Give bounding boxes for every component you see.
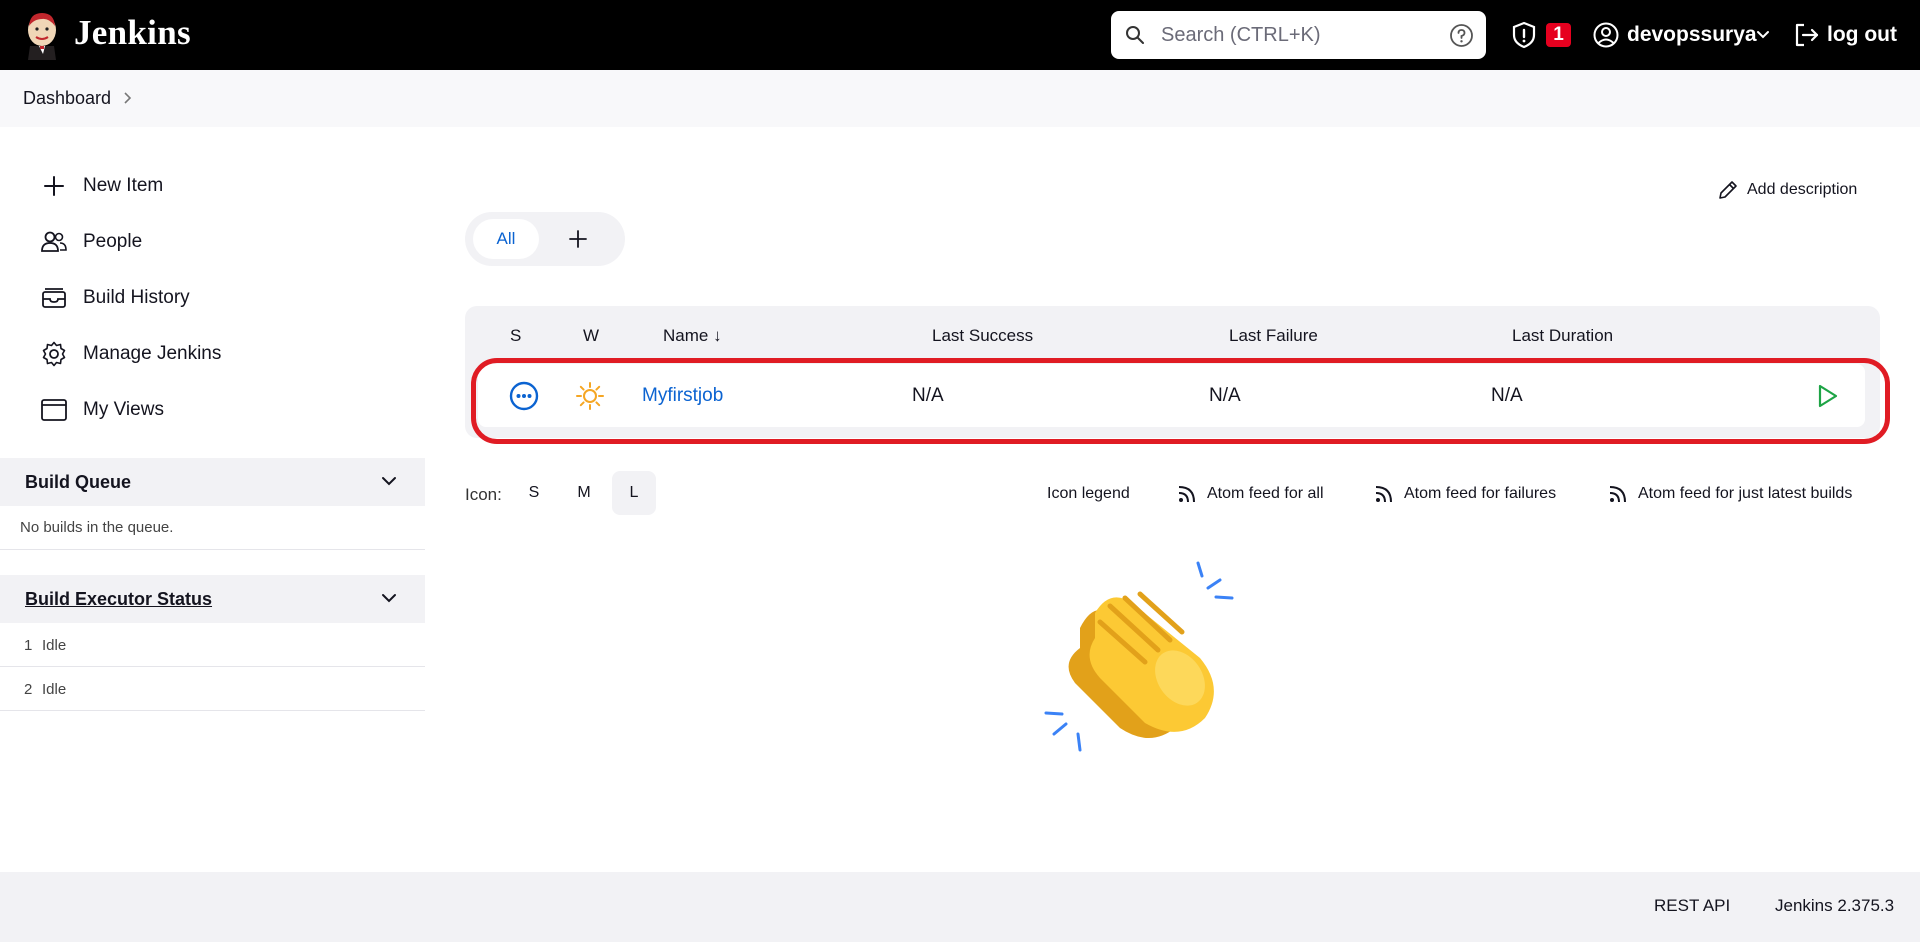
- task-label: My Views: [83, 399, 164, 420]
- window-icon: [41, 399, 67, 421]
- search-box[interactable]: [1111, 11, 1486, 59]
- user-icon[interactable]: [1593, 22, 1619, 48]
- build-queue-empty-text: No builds in the queue.: [20, 519, 174, 536]
- add-description-link[interactable]: Add description: [1747, 181, 1857, 199]
- logout-link[interactable]: log out: [1827, 23, 1897, 47]
- column-header-status[interactable]: S: [510, 326, 521, 346]
- rss-icon[interactable]: [1608, 484, 1628, 504]
- chevron-down-icon[interactable]: [380, 474, 398, 488]
- pencil-icon[interactable]: [1717, 179, 1739, 201]
- icon-size-s-button[interactable]: S: [512, 471, 556, 515]
- people-icon: [41, 231, 67, 252]
- logout-icon[interactable]: [1793, 22, 1821, 48]
- breadcrumb: [0, 70, 1920, 127]
- column-header-last-success[interactable]: Last Success: [932, 326, 1033, 346]
- chevron-down-icon[interactable]: [380, 591, 398, 605]
- atom-feed-all-link[interactable]: Atom feed for all: [1207, 485, 1324, 503]
- rest-api-link[interactable]: REST API: [1654, 896, 1730, 916]
- column-header-weather[interactable]: W: [583, 326, 599, 346]
- tab-all[interactable]: All: [473, 219, 539, 259]
- page-footer: REST API Jenkins 2.375.3: [0, 872, 1920, 942]
- breadcrumb-dashboard[interactable]: Dashboard: [23, 88, 111, 109]
- jenkins-version-link[interactable]: Jenkins 2.375.3: [1775, 896, 1894, 916]
- view-tabs: All: [465, 212, 625, 266]
- executor-status: Idle: [42, 681, 67, 698]
- search-input[interactable]: [1161, 21, 1431, 49]
- build-queue-title: Build Queue: [25, 472, 132, 492]
- jenkins-logo-icon[interactable]: [22, 10, 62, 60]
- icon-size-label: Icon:: [465, 485, 502, 504]
- task-label: Manage Jenkins: [83, 343, 222, 364]
- atom-feed-latest-link[interactable]: Atom feed for just latest builds: [1638, 485, 1852, 503]
- top-header: Jenkins 1 devopssurya log out: [0, 0, 1920, 70]
- highlight-annotation: [471, 358, 1890, 444]
- gear-icon: [42, 341, 66, 367]
- build-queue-header[interactable]: Build Queue: [0, 458, 425, 506]
- executor-number: 2: [24, 681, 33, 698]
- add-view-plus-icon[interactable]: [567, 228, 589, 250]
- security-shield-icon[interactable]: [1511, 21, 1537, 49]
- task-label: New Item: [83, 175, 164, 196]
- executor-number: 1: [24, 637, 33, 654]
- help-icon[interactable]: [1449, 23, 1474, 48]
- executor-status-header[interactable]: Build Executor Status: [0, 575, 425, 623]
- column-header-last-failure[interactable]: Last Failure: [1229, 326, 1318, 346]
- plus-icon: [44, 176, 64, 196]
- icon-size-m-button[interactable]: M: [562, 471, 606, 515]
- task-label: Build History: [83, 287, 190, 308]
- executor-status: Idle: [42, 637, 67, 654]
- chevron-down-icon[interactable]: [1755, 28, 1771, 42]
- column-header-name[interactable]: Name ↓: [663, 326, 722, 346]
- search-icon: [1126, 26, 1144, 44]
- chevron-right-icon[interactable]: [122, 90, 134, 106]
- clapping-hands-icon: [1044, 561, 1234, 752]
- icon-size-l-button[interactable]: L: [612, 471, 656, 515]
- icon-legend-link[interactable]: Icon legend: [1047, 485, 1130, 503]
- atom-feed-failures-link[interactable]: Atom feed for failures: [1404, 485, 1556, 503]
- column-header-name-label: Name: [663, 326, 709, 345]
- sort-arrow-icon: ↓: [713, 326, 722, 345]
- task-label: People: [83, 231, 143, 252]
- executor-status-title[interactable]: Build Executor Status: [25, 589, 212, 610]
- security-badge[interactable]: 1: [1546, 23, 1571, 47]
- executor-row: 1 Idle: [0, 623, 425, 667]
- build-history-icon: [42, 288, 66, 308]
- column-header-last-duration[interactable]: Last Duration: [1512, 326, 1613, 346]
- rss-icon[interactable]: [1177, 484, 1197, 504]
- build-queue-empty: No builds in the queue.: [0, 506, 425, 550]
- rss-icon[interactable]: [1374, 484, 1394, 504]
- username-link[interactable]: devopssurya: [1627, 23, 1757, 47]
- brand-name[interactable]: Jenkins: [74, 13, 191, 53]
- executor-row: 2 Idle: [0, 667, 425, 711]
